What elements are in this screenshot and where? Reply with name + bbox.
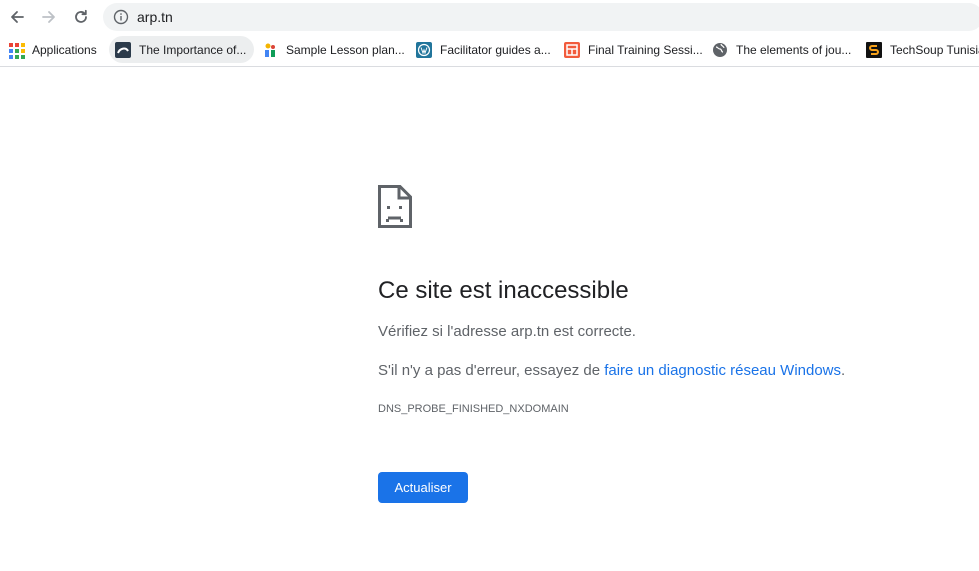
- bookmark-label: Facilitator guides a...: [440, 42, 551, 57]
- reload-button[interactable]: Actualiser: [378, 472, 468, 503]
- bookmark-label: The Importance of...: [139, 42, 247, 57]
- forward-button[interactable]: [36, 4, 62, 30]
- colorful-figure-icon: [262, 42, 278, 58]
- techsoup-icon: [866, 41, 882, 58]
- bookmark-label: The elements of jou...: [736, 42, 852, 57]
- bookmark-importance[interactable]: The Importance of...: [109, 36, 255, 63]
- network-diagnostic-link[interactable]: faire un diagnostic réseau Windows: [604, 362, 841, 379]
- browser-toolbar: arp.tn: [0, 0, 979, 34]
- apps-grid-icon: [8, 42, 25, 59]
- bookmarks-bar: Applications The Importance of... Sample…: [0, 34, 979, 67]
- address-bar[interactable]: arp.tn: [103, 3, 979, 31]
- globe-icon: [712, 42, 728, 58]
- reload-toolbar-button[interactable]: [68, 4, 94, 30]
- error-code: DNS_PROBE_FINISHED_NXDOMAIN: [378, 403, 569, 415]
- bookmark-label: Final Training Sessi...: [588, 42, 703, 57]
- bookmark-label: Applications: [32, 42, 97, 57]
- bookmark-techsoup[interactable]: TechSoup Tunisia: [866, 36, 979, 63]
- address-url[interactable]: arp.tn: [137, 9, 173, 25]
- info-icon[interactable]: [113, 9, 129, 25]
- sad-page-icon: [378, 185, 412, 228]
- site-favicon-dark-icon: [115, 41, 131, 58]
- bookmark-final-training[interactable]: Final Training Sessi...: [564, 36, 703, 63]
- suggestion-prefix: S'il n'y a pas d'erreur, essayez de: [378, 362, 605, 379]
- bookmark-label: TechSoup Tunisia: [890, 42, 979, 57]
- bookmark-sample-lesson[interactable]: Sample Lesson plan...: [262, 36, 405, 63]
- back-arrow-icon: [11, 11, 24, 23]
- check-address-text: Vérifiez si l'adresse arp.tn est correct…: [378, 323, 636, 340]
- bookmark-elements[interactable]: The elements of jou...: [712, 36, 851, 63]
- error-title: Ce site est inaccessible: [378, 277, 629, 304]
- forward-arrow-icon: [42, 11, 55, 23]
- suggestion-text: S'il n'y a pas d'erreur, essayez de fair…: [378, 362, 845, 380]
- bookmark-applications[interactable]: Applications: [8, 36, 97, 63]
- orange-grid-icon: [564, 41, 580, 58]
- bookmark-facilitator[interactable]: Facilitator guides a...: [416, 36, 551, 63]
- bookmark-label: Sample Lesson plan...: [286, 42, 405, 57]
- suggestion-suffix: .: [841, 362, 846, 379]
- wordpress-icon: [416, 41, 432, 58]
- back-button[interactable]: [4, 4, 30, 30]
- reload-icon: [75, 9, 87, 23]
